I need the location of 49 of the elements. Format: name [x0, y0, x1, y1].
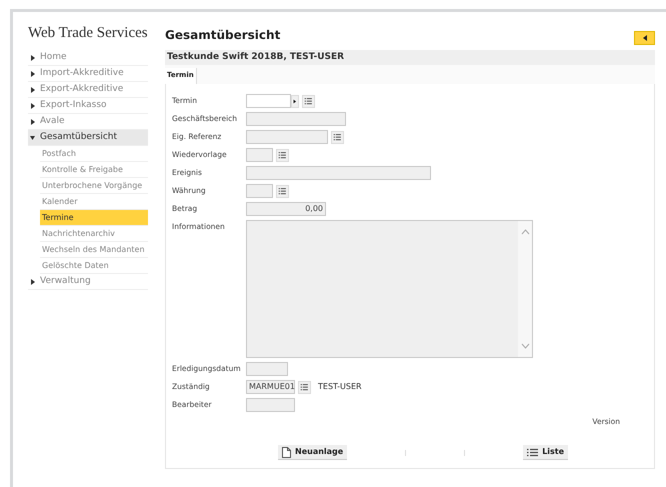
- nav-subitem[interactable]: Kontrolle & Freigabe: [40, 162, 148, 178]
- nav-item[interactable]: Gesamtübersicht: [28, 130, 148, 146]
- nav-subitem[interactable]: Termine: [40, 210, 148, 226]
- caret-right-icon: [30, 54, 35, 60]
- textarea-field[interactable]: [246, 220, 533, 358]
- nav-subitem[interactable]: Wechseln des Mandanten: [40, 242, 148, 258]
- list-icon[interactable]: [331, 130, 344, 144]
- nav-item[interactable]: Export-Inkasso: [28, 98, 148, 114]
- list-icon: [527, 448, 538, 457]
- nav-item[interactable]: Export-Akkreditive: [28, 82, 148, 98]
- caret-right-icon: [30, 278, 35, 284]
- input-field[interactable]: [246, 398, 295, 412]
- input-field[interactable]: MARMUE01: [246, 380, 295, 394]
- scroll-down-icon[interactable]: [520, 343, 530, 349]
- collapse-button[interactable]: [634, 30, 655, 44]
- input-field[interactable]: [246, 112, 346, 126]
- caret-left-icon: [642, 34, 646, 40]
- user-name: TEST-USER: [318, 381, 362, 393]
- nav-subitem[interactable]: Postfach: [40, 146, 148, 162]
- caret-right-icon: [30, 118, 35, 124]
- input-field[interactable]: [246, 184, 273, 198]
- caret-right-icon: [30, 86, 35, 92]
- nav-subitem[interactable]: Nachrichtenarchiv: [40, 226, 148, 242]
- input-field[interactable]: [246, 166, 431, 180]
- caret-right-icon: [30, 70, 35, 76]
- input-field[interactable]: 0,00: [246, 202, 326, 216]
- list-icon[interactable]: [276, 184, 289, 198]
- list-button[interactable]: Liste: [523, 445, 568, 460]
- caret-down-icon: [30, 134, 35, 140]
- list-icon[interactable]: [276, 148, 289, 162]
- input-field[interactable]: [246, 94, 291, 108]
- nav-subitem[interactable]: Unterbrochene Vorgänge: [40, 178, 148, 194]
- nav-item[interactable]: Home: [28, 50, 148, 66]
- nav-item[interactable]: Import-Akkreditive: [28, 66, 148, 82]
- input-field[interactable]: [246, 148, 273, 162]
- list-icon[interactable]: [298, 380, 311, 394]
- new-button[interactable]: Neuanlage: [278, 445, 348, 460]
- brand-title: Web Trade Services: [28, 24, 148, 43]
- scroll-up-icon[interactable]: [520, 229, 530, 235]
- page-title: Gesamtübersicht: [165, 27, 280, 44]
- caret-right-icon: [30, 102, 35, 108]
- input-field[interactable]: [246, 130, 328, 144]
- input-field[interactable]: [246, 362, 288, 376]
- nav-item[interactable]: Verwaltung: [28, 274, 148, 290]
- customer-header: Testkunde Swift 2018B, TEST-USER: [165, 50, 655, 65]
- list-icon[interactable]: [302, 94, 315, 108]
- play-icon[interactable]: [291, 94, 299, 108]
- nav-subitem[interactable]: Gelöschte Daten: [40, 258, 148, 274]
- document-icon: [282, 446, 291, 458]
